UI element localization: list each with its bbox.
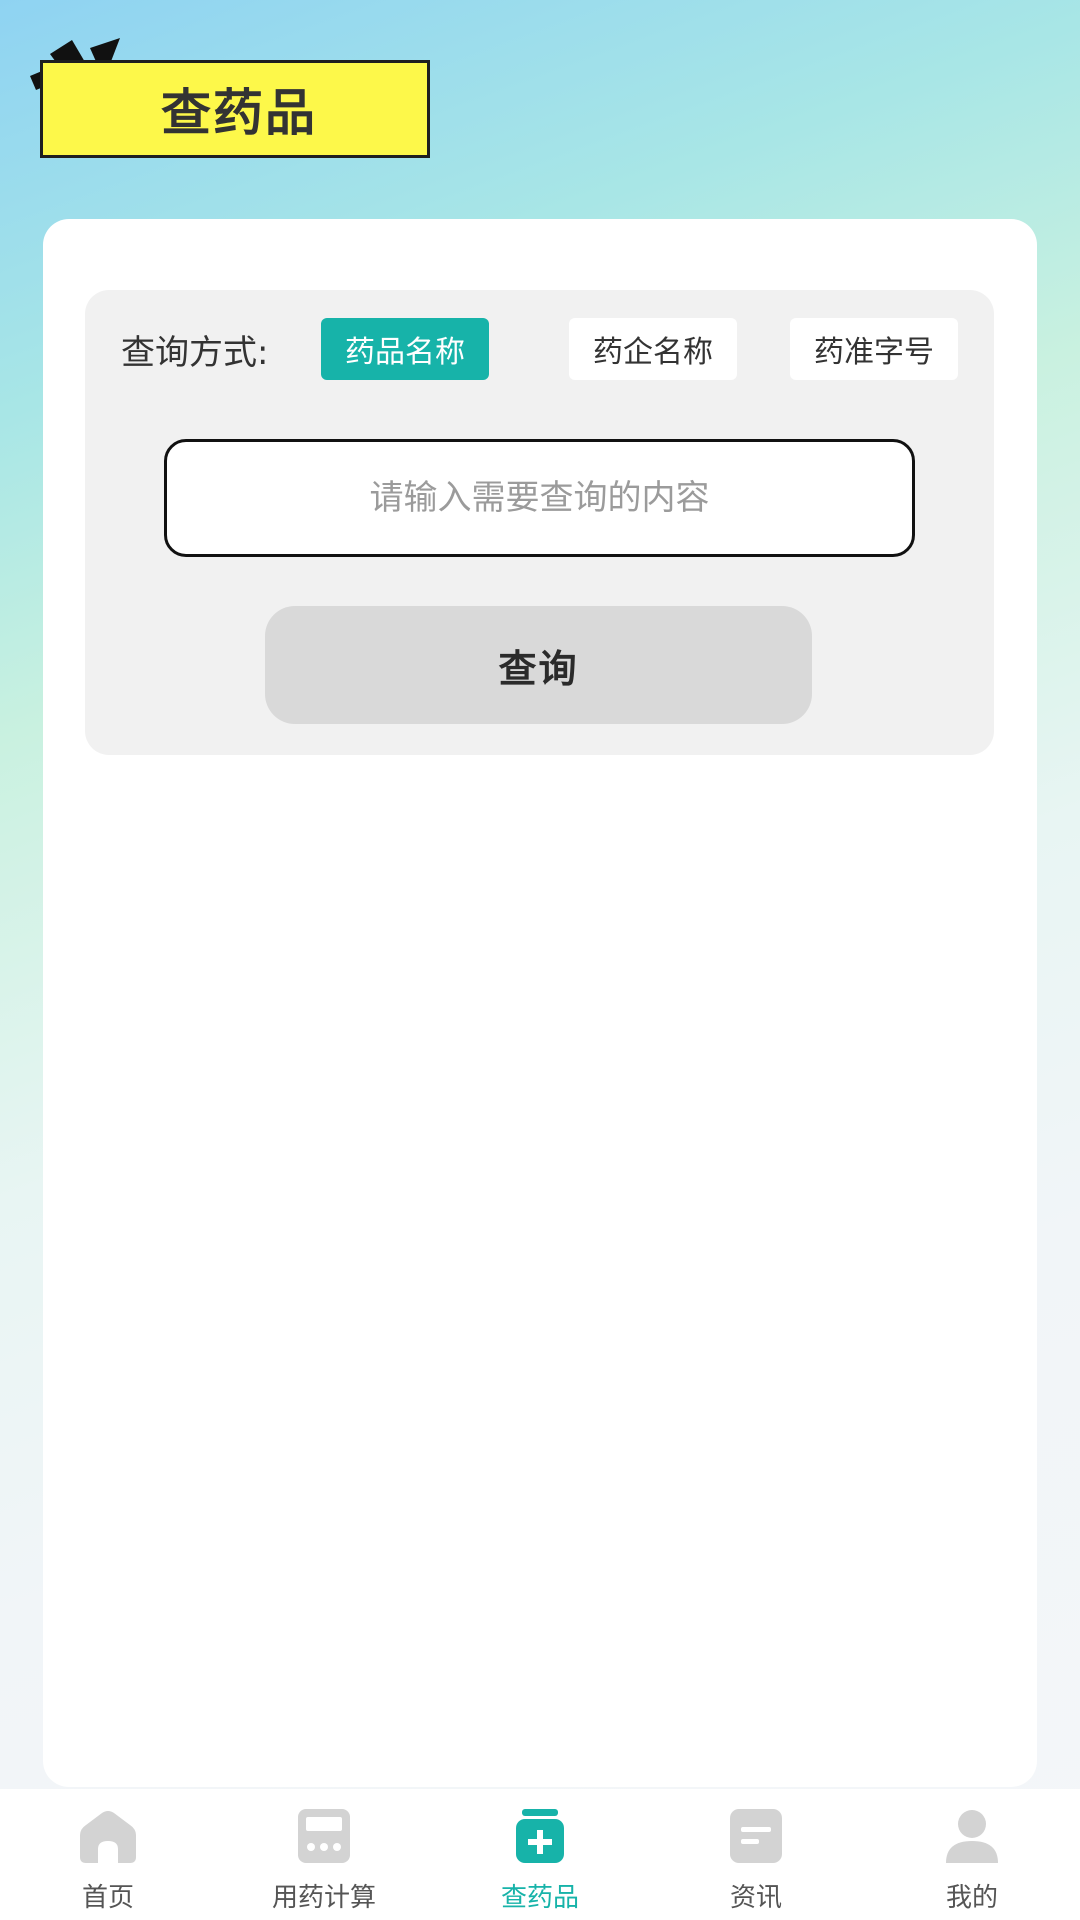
query-button[interactable]: 查询 [265,606,812,724]
calculator-icon [298,1809,350,1863]
tab-label-news: 资讯 [729,1883,782,1913]
tab-calculator[interactable]: 用药计算 [216,1789,432,1920]
medicine-bottle-icon [516,1809,564,1863]
page-title: 查药品 [161,84,317,142]
search-mode-label: 查询方式: [121,333,269,373]
tab-label-profile: 我的 [945,1883,998,1913]
bottom-tab-bar: 首页 用药计算 查药品 资讯 我的 [0,1789,1080,1920]
tab-medicine[interactable]: 查药品 [432,1789,648,1920]
tab-profile[interactable]: 我的 [864,1789,1080,1920]
profile-icon [946,1810,998,1863]
tab-label-home: 首页 [81,1883,134,1913]
mode-button-company-name[interactable]: 药企名称 [569,318,737,380]
search-panel: 查询方式: 药品名称 药企名称 药准字号 查询 [85,290,994,755]
page-title-badge: 查药品 [40,60,430,158]
mode-button-drug-name[interactable]: 药品名称 [321,318,489,380]
home-icon [80,1811,136,1863]
tab-home[interactable]: 首页 [0,1789,216,1920]
main-card: 查询方式: 药品名称 药企名称 药准字号 查询 [43,219,1037,1787]
tab-label-medicine: 查药品 [500,1883,579,1913]
search-input[interactable] [164,439,915,557]
tab-label-calculator: 用药计算 [271,1883,376,1913]
mode-button-approval-number[interactable]: 药准字号 [790,318,958,380]
news-icon [730,1809,782,1863]
tab-news[interactable]: 资讯 [648,1789,864,1920]
